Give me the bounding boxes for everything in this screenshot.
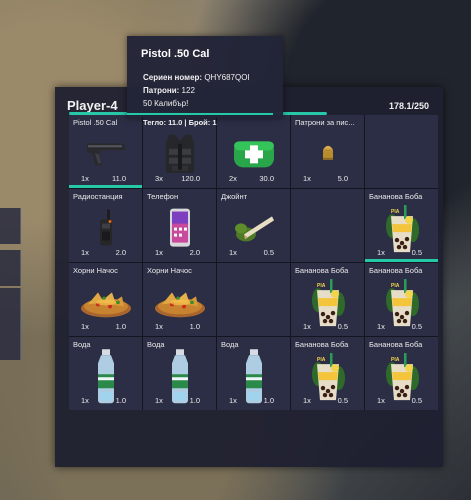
- inventory-slot[interactable]: [365, 115, 438, 188]
- tooltip-ammo-label: Патрони:: [143, 86, 180, 95]
- slot-item-count: 1x: [229, 396, 237, 405]
- inventory-slot[interactable]: Вода 1x 1.0: [217, 337, 290, 410]
- slot-item-name: Бананова Боба: [369, 340, 423, 349]
- slot-item-name: Патрони за пис...: [295, 118, 355, 127]
- slot-item-name: Вода: [73, 340, 91, 349]
- slot-item-count: 1x: [155, 322, 163, 331]
- tooltip-ammo-value: 122: [181, 86, 195, 95]
- durability-bar: [365, 259, 438, 262]
- inventory-weight: 178.1/250: [388, 101, 429, 111]
- slot-item-count: 1x: [377, 322, 385, 331]
- slot-item-weight: 0.5: [263, 248, 274, 257]
- slot-item-weight: 2.0: [115, 248, 126, 257]
- background-hud-panel: [0, 250, 21, 286]
- slot-item-weight: 1.0: [115, 322, 126, 331]
- inventory-slot[interactable]: Джойнт 1x 0.5: [217, 189, 290, 262]
- inventory-slot[interactable]: [291, 189, 364, 262]
- slot-item-weight: 0.5: [411, 248, 422, 257]
- inventory-slot[interactable]: PIA Бананова Боба 1x 0.5: [365, 337, 438, 410]
- slot-item-weight: 5.0: [337, 174, 348, 183]
- slot-item-count: 1x: [81, 396, 89, 405]
- tooltip-title: Pistol .50 Cal: [141, 48, 210, 60]
- slot-item-weight: 2.0: [189, 248, 200, 257]
- slot-item-count: 3x: [155, 174, 163, 183]
- slot-item-name: Хорни Начос: [147, 266, 192, 275]
- slot-item-name: Вода: [147, 340, 165, 349]
- slot-item-count: 1x: [81, 322, 89, 331]
- slot-item-count: 1x: [229, 248, 237, 257]
- inventory-slot[interactable]: Хорни Начос 1x 1.0: [69, 263, 142, 336]
- inventory-grid: Pistol .50 Cal 1x 11.0 3x 120.0 2x 30.0 Патрони…: [69, 115, 438, 410]
- svg-text:PIA: PIA: [391, 283, 400, 289]
- inventory-slot[interactable]: [217, 263, 290, 336]
- slot-item-count: 1x: [303, 174, 311, 183]
- slot-item-count: 1x: [303, 396, 311, 405]
- tooltip-serial-value: QHY687QOI: [204, 73, 250, 82]
- slot-item-name: Вода: [221, 340, 239, 349]
- svg-text:PIA: PIA: [317, 357, 326, 363]
- slot-item-weight: 0.5: [411, 322, 422, 331]
- inventory-slot[interactable]: Вода 1x 1.0: [69, 337, 142, 410]
- slot-item-name: Бананова Боба: [369, 192, 423, 201]
- svg-text:PIA: PIA: [391, 357, 400, 363]
- inventory-slot[interactable]: Радиостанция 1x 2.0: [69, 189, 142, 262]
- background-hud-panel: [0, 324, 21, 360]
- slot-item-name: Телефон: [147, 192, 179, 201]
- inventory-slot[interactable]: 2x 30.0: [217, 115, 290, 188]
- slot-item-weight: 0.5: [337, 396, 348, 405]
- inventory-slot[interactable]: PIA Бананова Боба 1x 0.5: [291, 263, 364, 336]
- inventory-slot[interactable]: PIA Бананова Боба 1x 0.5: [365, 263, 438, 336]
- slot-item-count: 2x: [229, 174, 237, 183]
- svg-text:PIA: PIA: [317, 283, 326, 289]
- slot-item-count: 1x: [81, 248, 89, 257]
- inventory-slot[interactable]: Хорни Начос 1x 1.0: [143, 263, 216, 336]
- inventory-player-name: Player-4: [67, 98, 118, 113]
- slot-item-weight: 0.5: [411, 396, 422, 405]
- inventory-slot[interactable]: Pistol .50 Cal 1x 11.0: [69, 115, 142, 188]
- slot-item-weight: 120.0: [181, 174, 200, 183]
- slot-item-count: 1x: [155, 248, 163, 257]
- background-hud-panel: [0, 208, 21, 244]
- inventory-slot[interactable]: PIA Бананова Боба 1x 0.5: [291, 337, 364, 410]
- slot-item-name: Бананова Боба: [295, 340, 349, 349]
- slot-item-weight: 1.0: [263, 396, 274, 405]
- slot-item-count: 1x: [377, 396, 385, 405]
- slot-item-weight: 11.0: [111, 174, 126, 183]
- tooltip-caliber: 50 Калибър!: [143, 99, 189, 108]
- slot-item-count: 1x: [81, 174, 89, 183]
- tooltip-weight-count: Тегло: 11.0 | Брой: 1: [143, 118, 217, 127]
- tooltip-divider: [127, 113, 273, 115]
- background-hud-panel: [0, 288, 21, 324]
- slot-item-count: 1x: [377, 248, 385, 257]
- slot-item-name: Pistol .50 Cal: [73, 118, 118, 127]
- inventory-slot[interactable]: Вода 1x 1.0: [143, 337, 216, 410]
- tooltip-serial: Сериен номер: QHY687QOI: [143, 73, 250, 82]
- slot-item-count: 1x: [155, 396, 163, 405]
- slot-item-weight: 1.0: [189, 322, 200, 331]
- svg-text:PIA: PIA: [391, 209, 400, 215]
- item-tooltip: Pistol .50 Cal Сериен номер: QHY687QOI П…: [127, 36, 283, 118]
- slot-item-weight: 0.5: [337, 322, 348, 331]
- slot-item-weight: 1.0: [115, 396, 126, 405]
- slot-item-name: Радиостанция: [73, 192, 123, 201]
- tooltip-ammo: Патрони: 122: [143, 86, 195, 95]
- inventory-slot[interactable]: Патрони за пис... 1x 5.0: [291, 115, 364, 188]
- durability-bar: [69, 185, 142, 188]
- inventory-slot[interactable]: PIA Бананова Боба 1x 0.5: [365, 189, 438, 262]
- player-inventory-panel: Player-4 178.1/250 Pistol .50 Cal 1x 11.0 3…: [55, 87, 443, 467]
- slot-item-name: Бананова Боба: [369, 266, 423, 275]
- slot-item-name: Хорни Начос: [73, 266, 118, 275]
- slot-item-weight: 1.0: [189, 396, 200, 405]
- slot-item-weight: 30.0: [259, 174, 274, 183]
- slot-item-name: Бананова Боба: [295, 266, 349, 275]
- slot-item-count: 1x: [303, 322, 311, 331]
- inventory-slot[interactable]: Телефон 1x 2.0: [143, 189, 216, 262]
- slot-item-name: Джойнт: [221, 192, 248, 201]
- tooltip-serial-label: Сериен номер:: [143, 73, 203, 82]
